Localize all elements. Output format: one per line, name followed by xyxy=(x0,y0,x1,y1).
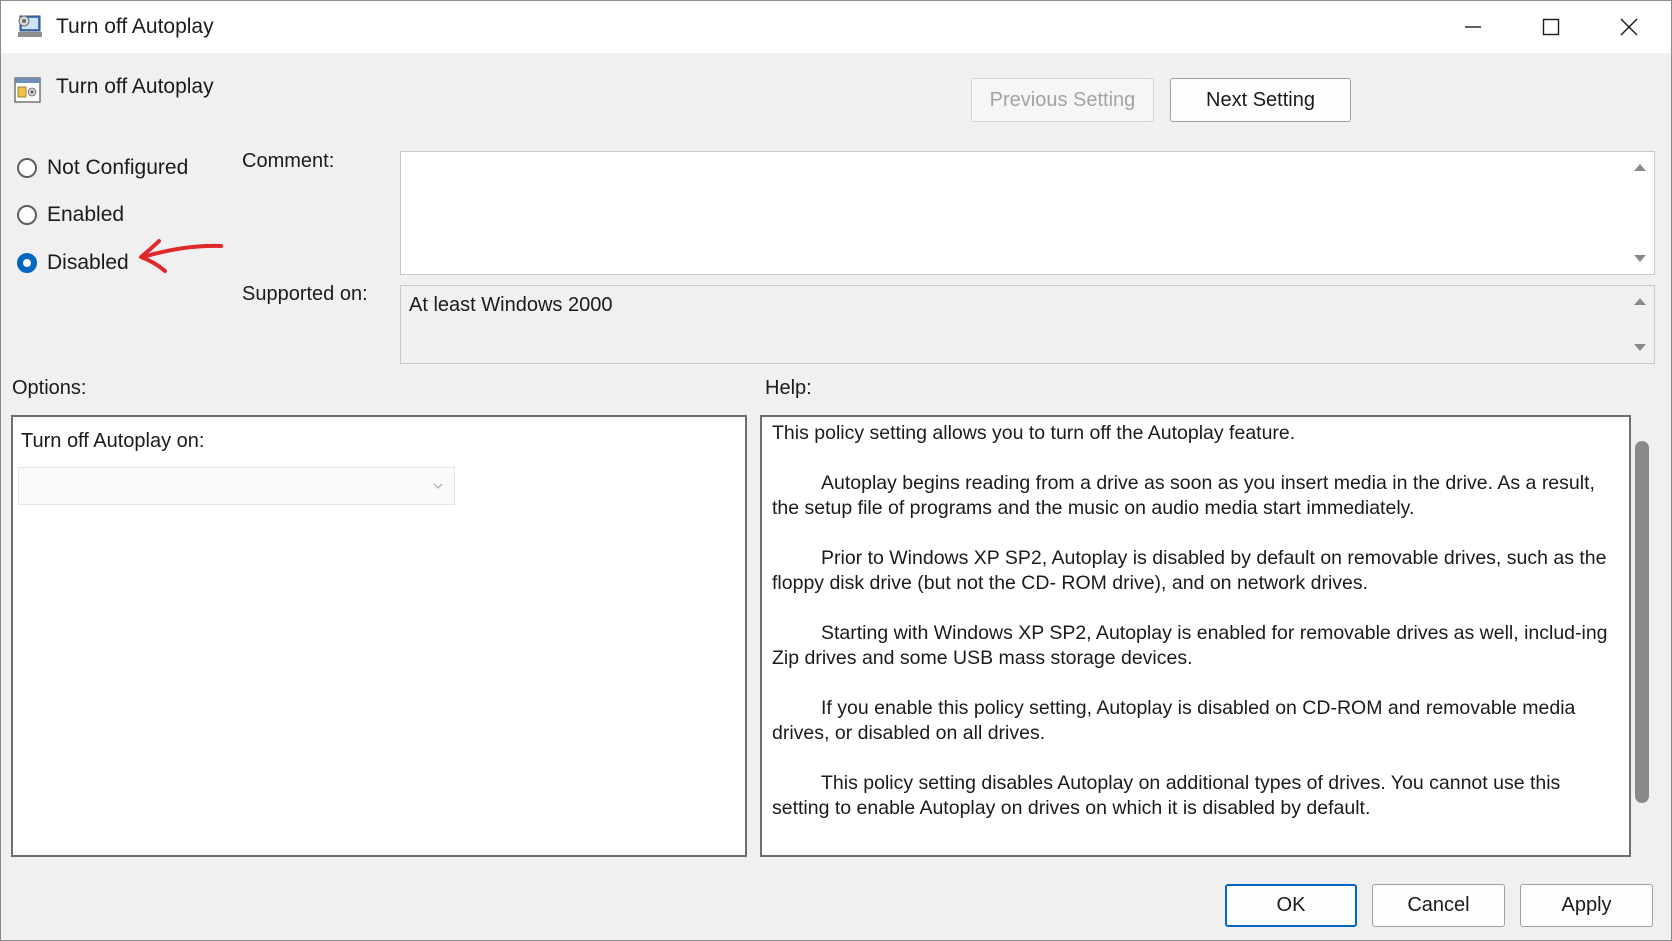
policy-window-icon xyxy=(18,15,42,37)
comment-textarea[interactable] xyxy=(400,151,1655,275)
help-paragraph: Autoplay begins reading from a drive as … xyxy=(772,471,1595,520)
ok-button[interactable]: OK xyxy=(1225,884,1357,927)
window-title: Turn off Autoplay xyxy=(56,15,214,38)
radio-not-configured[interactable]: Not Configured xyxy=(17,153,188,183)
chevron-down-icon xyxy=(433,483,443,489)
title-bar[interactable]: Turn off Autoplay xyxy=(1,1,1671,53)
scroll-down-icon[interactable] xyxy=(1634,344,1646,351)
radio-enabled[interactable]: Enabled xyxy=(17,200,124,230)
help-text-panel[interactable]: This policy setting allows you to turn o… xyxy=(760,415,1631,857)
radio-disabled[interactable]: Disabled xyxy=(17,248,129,278)
minimize-button[interactable] xyxy=(1434,1,1512,53)
help-scrollbar-thumb[interactable] xyxy=(1635,441,1649,803)
help-paragraph: If you enable this policy setting, Autop… xyxy=(772,696,1576,745)
comment-label: Comment: xyxy=(242,150,335,172)
scroll-up-icon[interactable] xyxy=(1634,298,1646,305)
radio-circle[interactable] xyxy=(17,158,37,178)
radio-label: Disabled xyxy=(47,251,129,274)
scroll-up-icon[interactable] xyxy=(1634,164,1646,171)
scroll-down-icon[interactable] xyxy=(1634,255,1646,262)
drive-type-select[interactable] xyxy=(18,467,455,505)
options-panel: Turn off Autoplay on: xyxy=(11,415,747,857)
help-label: Help: xyxy=(765,377,812,399)
supported-scrollbar[interactable] xyxy=(1626,286,1654,363)
minimize-icon xyxy=(1465,26,1481,28)
red-arrow-annotation-icon xyxy=(139,239,223,273)
radio-label: Enabled xyxy=(47,203,125,226)
radio-circle[interactable] xyxy=(17,205,37,225)
supported-on-field: At least Windows 2000 xyxy=(400,285,1655,364)
options-label: Options: xyxy=(12,377,87,399)
comment-scrollbar[interactable] xyxy=(1626,152,1654,274)
previous-setting-button[interactable]: Previous Setting xyxy=(971,78,1154,122)
policy-setting-icon xyxy=(14,77,41,103)
supported-on-label: Supported on: xyxy=(242,283,368,305)
close-button[interactable] xyxy=(1590,1,1668,53)
apply-button[interactable]: Apply xyxy=(1520,884,1653,927)
policy-dialog-window: Turn off Autoplay Turn off Autoplay Prev… xyxy=(0,0,1672,941)
help-paragraph: Starting with Windows XP SP2, Autoplay i… xyxy=(772,621,1608,670)
cancel-button[interactable]: Cancel xyxy=(1372,884,1505,927)
radio-label: Not Configured xyxy=(47,156,189,179)
maximize-icon xyxy=(1542,18,1560,36)
supported-on-value: At least Windows 2000 xyxy=(409,294,613,316)
next-setting-button[interactable]: Next Setting xyxy=(1170,78,1351,122)
radio-circle-checked[interactable] xyxy=(17,253,37,273)
close-icon xyxy=(1620,18,1638,36)
setting-title: Turn off Autoplay xyxy=(56,75,214,98)
help-paragraph: This policy setting allows you to turn o… xyxy=(772,422,1296,444)
turn-off-autoplay-on-label: Turn off Autoplay on: xyxy=(21,430,205,452)
maximize-button[interactable] xyxy=(1512,1,1590,53)
help-paragraph: This policy setting disables Autoplay on… xyxy=(772,771,1561,820)
help-paragraph: Prior to Windows XP SP2, Autoplay is dis… xyxy=(772,546,1607,595)
